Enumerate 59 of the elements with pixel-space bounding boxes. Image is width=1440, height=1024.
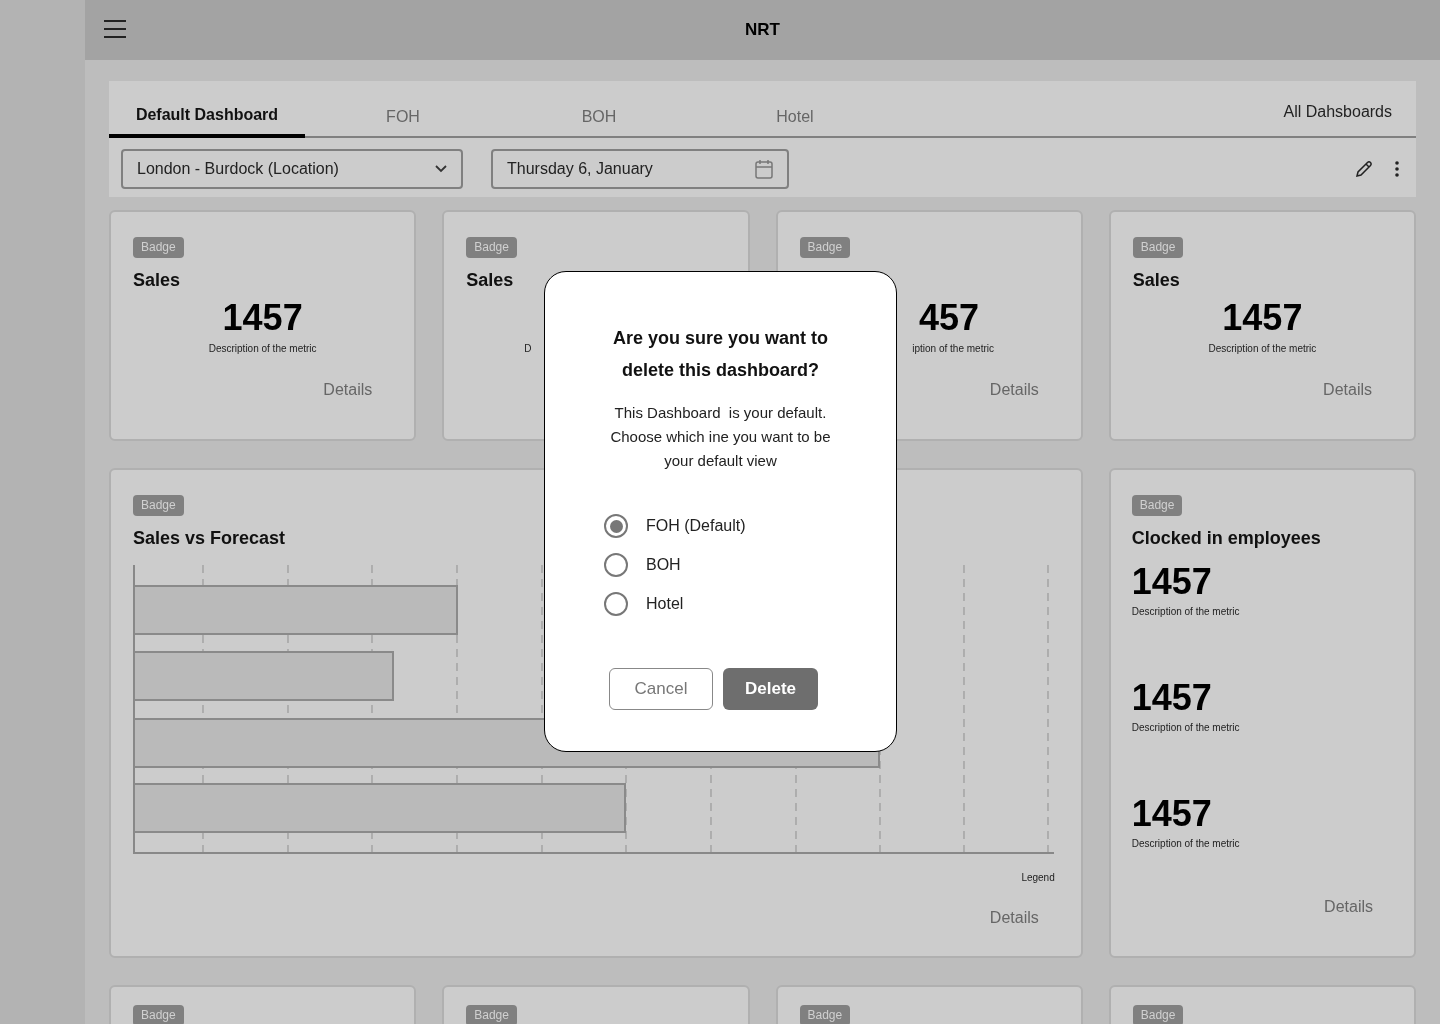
- badge: Badge: [1132, 237, 1184, 258]
- menu-icon[interactable]: [104, 19, 126, 39]
- details-link[interactable]: Details: [989, 378, 1039, 402]
- badge: Badge: [466, 237, 517, 258]
- metric-description: Description of the metric: [1208, 341, 1317, 356]
- dashboard-tab[interactable]: Default Dashboard: [109, 96, 305, 138]
- badge: Badge: [1132, 1005, 1184, 1024]
- radio-button[interactable]: [604, 553, 628, 577]
- dashboard-tab[interactable]: Hotel: [697, 96, 893, 138]
- radio-button[interactable]: [604, 514, 628, 538]
- metric-value: 1457: [1131, 794, 1212, 834]
- location-select[interactable]: London - Burdock (Location): [121, 149, 463, 189]
- edit-icon[interactable]: [1354, 159, 1374, 179]
- delete-button[interactable]: Delete: [723, 668, 818, 710]
- location-value: London - Burdock (Location): [137, 159, 339, 179]
- radio-option[interactable]: FOH (Default): [604, 514, 746, 538]
- card-title: Sales: [466, 269, 514, 292]
- metric-value: 457: [919, 300, 980, 336]
- metric-value: 1457: [1131, 562, 1212, 602]
- badge: Badge: [799, 237, 851, 258]
- cancel-button[interactable]: Cancel: [609, 668, 713, 710]
- radio-option[interactable]: Hotel: [604, 592, 746, 616]
- date-value: Thursday 6, January: [507, 159, 653, 179]
- dialog-title: Are you sure you want to delete this dashboard?: [611, 327, 829, 382]
- card-title: Clocked in employees: [1131, 527, 1321, 550]
- metric-description: Description of the metric: [1131, 837, 1240, 851]
- metric-description: D: [524, 341, 532, 356]
- metric-value: 1457: [1222, 300, 1303, 336]
- dialog-message: This Dashboard is your default. Choose which ine you want to be your default view: [609, 403, 832, 471]
- dashboard-tab[interactable]: BOH: [501, 96, 697, 138]
- badge: Badge: [466, 1005, 517, 1024]
- badge: Badge: [1131, 495, 1183, 516]
- app-title: NRT: [745, 19, 780, 42]
- radio-button[interactable]: [604, 592, 628, 616]
- card-title: Sales vs Forecast: [133, 527, 286, 550]
- date-field[interactable]: Thursday 6, January: [491, 149, 789, 189]
- chart-legend: Legend: [1021, 870, 1055, 885]
- badge: Badge: [133, 495, 184, 516]
- calendar-icon: [755, 159, 773, 179]
- more-options-icon[interactable]: [1394, 160, 1400, 178]
- badge: Badge: [799, 1005, 851, 1024]
- radio-option[interactable]: BOH: [604, 553, 746, 577]
- details-link[interactable]: Details: [323, 378, 373, 402]
- card-title: Sales: [133, 269, 181, 292]
- metric-description: iption of the metric: [912, 341, 994, 356]
- card-title: Sales: [1132, 269, 1180, 292]
- badge: Badge: [133, 237, 184, 258]
- metric-description: Description of the metric: [208, 341, 317, 356]
- details-link[interactable]: Details: [1323, 378, 1372, 402]
- details-link[interactable]: Details: [1324, 895, 1373, 919]
- badge: Badge: [133, 1005, 184, 1024]
- metric-value: 1457: [1131, 678, 1212, 718]
- chevron-down-icon: [435, 165, 447, 173]
- details-link[interactable]: Details: [989, 906, 1039, 930]
- metric-description: Description of the metric: [1131, 721, 1240, 735]
- metric-value: 1457: [222, 300, 303, 336]
- all-dashboards-link[interactable]: All Dahsboards: [1283, 100, 1392, 124]
- metric-description: Description of the metric: [1131, 605, 1240, 619]
- dashboard-tab[interactable]: FOH: [305, 96, 501, 138]
